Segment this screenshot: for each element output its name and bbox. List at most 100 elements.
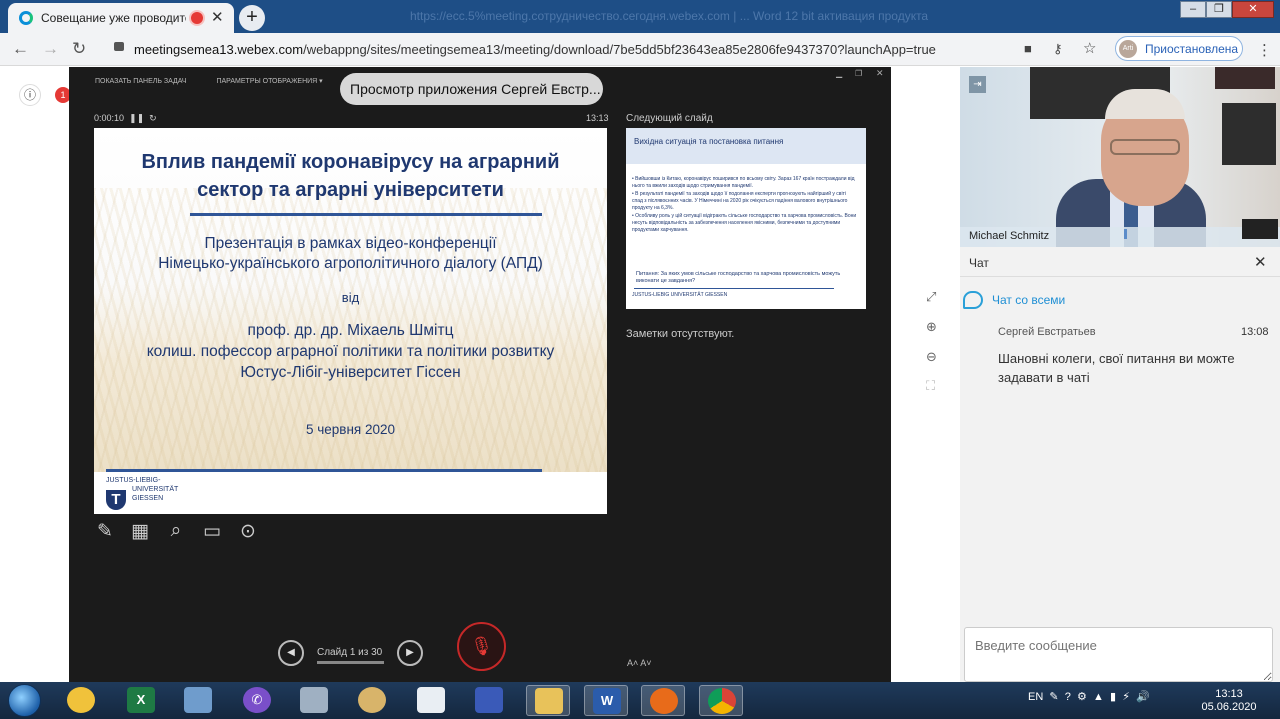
network-icon[interactable]: ▮	[1110, 691, 1116, 703]
profile-status: Приостановлена	[1145, 42, 1239, 56]
back-arrow-icon[interactable]: ←	[12, 39, 29, 59]
pen-icon[interactable]: ✎	[92, 520, 118, 546]
zoom-in-icon[interactable]: ⊕	[926, 319, 937, 335]
settings-icon[interactable]: ⚙	[1077, 691, 1087, 703]
taskbar-app-computer[interactable]	[176, 685, 220, 716]
presenter-toolbar: ПОКАЗАТЬ ПАНЕЛЬ ЗАДАЧ ПАРАМЕТРЫ ОТОБРАЖЕ…	[95, 77, 351, 85]
tab-title: Совещание уже проводится	[41, 11, 186, 25]
viber-icon: ✆	[243, 687, 271, 713]
lock-icon	[114, 42, 124, 51]
taskbar-app-calculator[interactable]	[292, 685, 336, 716]
chat-header: Чат ✕	[960, 247, 1280, 277]
close-tab-icon[interactable]: ✕	[211, 8, 224, 26]
webex-icon	[19, 11, 33, 25]
more-options-icon[interactable]: ⊙	[235, 520, 261, 546]
collapse-video-icon[interactable]: ⇥	[969, 76, 986, 93]
slide-author: проф. др. др. Міхаель Шмітц колиш. пофес…	[94, 320, 607, 383]
firefox-icon	[650, 688, 678, 714]
show-hidden-icon[interactable]: ▲	[1093, 691, 1104, 703]
wall-picture	[1215, 67, 1275, 89]
show-taskbar-button[interactable]: ПОКАЗАТЬ ПАНЕЛЬ ЗАДАЧ	[95, 78, 187, 85]
taskbar-app-firefox[interactable]	[641, 685, 685, 716]
help-icon[interactable]: ?	[1065, 691, 1071, 703]
chat-channel-label: Чат со всеми	[992, 293, 1066, 307]
language-indicator[interactable]: EN	[1028, 691, 1043, 703]
taskbar-app-paint[interactable]	[350, 685, 394, 716]
current-slide[interactable]: Вплив пандемії коронавірусу на аграрний …	[94, 128, 607, 514]
taskbar-app-explorer[interactable]	[526, 685, 570, 716]
tab-meeting[interactable]: Совещание уже проводится ✕	[8, 3, 234, 33]
wall-picture	[1222, 103, 1276, 165]
star-icon[interactable]: ☆	[1083, 39, 1096, 57]
next-slide-question: Питання: За яких умов сільське господарс…	[636, 271, 841, 284]
restore-button[interactable]: ❐	[1206, 1, 1232, 18]
zoom-out-icon[interactable]: ⊖	[926, 349, 937, 365]
messenger-icon	[67, 687, 95, 713]
taskbar-app-messenger[interactable]	[59, 685, 103, 716]
slides-grid-icon[interactable]: ▦	[127, 520, 153, 546]
minimize-button[interactable]: –	[1180, 1, 1206, 18]
floppy-icon	[475, 687, 503, 713]
next-slide-button[interactable]: ▶	[397, 640, 423, 666]
fit-icon[interactable]: ⛶	[926, 378, 935, 394]
screen-icon[interactable]: ▭	[199, 520, 225, 546]
reload-icon[interactable]: ↻	[72, 39, 86, 59]
power-icon[interactable]: ⚡	[1122, 691, 1130, 703]
slide-title-line1: Вплив пандемії коронавірусу на аграрний	[141, 151, 560, 173]
footer-divider	[106, 469, 542, 472]
taskbar-app-viber[interactable]: ✆	[235, 685, 279, 716]
taskbar-clock[interactable]: 13:13 05.06.2020	[1199, 688, 1259, 714]
participant-video[interactable]: ⇥ Michael Schmitz	[960, 67, 1280, 247]
key-icon[interactable]: ⚷	[1053, 41, 1063, 57]
taskbar-app-word[interactable]: W	[584, 685, 628, 716]
taskbar-app-document[interactable]	[409, 685, 453, 716]
author-line3: Юстус-Лібіг-університет Гіссен	[240, 364, 461, 381]
title-divider	[190, 213, 542, 216]
slide-date: 5 червня 2020	[305, 422, 396, 437]
elapsed-time: 0:00:10	[94, 113, 125, 123]
self-view-thumbnail[interactable]	[1242, 219, 1278, 239]
taskbar-app-chrome[interactable]	[699, 685, 743, 716]
pause-icon[interactable]: ❚❚	[129, 113, 144, 123]
chat-input[interactable]	[964, 627, 1273, 682]
previous-slide-button[interactable]: ◀	[278, 640, 304, 666]
new-tab-button[interactable]: +	[239, 5, 265, 31]
url-path: /webappng/sites/meetingsemea13/meeting/d…	[303, 42, 936, 57]
message-sender: Сергей Евстратьев	[998, 326, 1096, 338]
fullscreen-icon[interactable]: ⤢	[926, 289, 936, 305]
next-slide-logo: JUSTUS-LIEBIG UNIVERSITÄT GIESSEN	[632, 292, 728, 298]
camera-icon[interactable]: ■	[1024, 41, 1032, 56]
stage-minimize-icon[interactable]: ▁	[836, 69, 842, 78]
menu-icon[interactable]: ⋮	[1257, 41, 1272, 59]
taskbar-app-excel[interactable]: X	[119, 685, 163, 716]
close-chat-icon[interactable]: ✕	[1254, 253, 1267, 271]
participant-glasses	[1110, 139, 1180, 155]
profile-paused-button[interactable]: Arti Приостановлена	[1115, 36, 1243, 61]
magnifier-icon[interactable]: ⌕	[163, 520, 189, 546]
info-icon[interactable]: ⓘ	[19, 84, 41, 106]
subtitle-line1: Презентація в рамках відео-конференції	[204, 235, 497, 252]
chat-bubble-icon	[963, 291, 983, 309]
author-line2: колиш. пофессор аграрної політики та пол…	[146, 343, 555, 360]
start-button[interactable]	[8, 684, 41, 717]
taskbar-app-save[interactable]	[467, 685, 511, 716]
stage-restore-icon[interactable]: ❐	[855, 69, 862, 78]
paint-icon	[358, 687, 386, 713]
address-toolbar: ← → ↻ meetingsemea13.webex.com/webappng/…	[0, 33, 1280, 66]
input-icon[interactable]: ✎	[1049, 691, 1058, 703]
next-slide-preview[interactable]: Вихідна ситуація та постановка питання •…	[626, 128, 866, 309]
volume-icon[interactable]: 🔊	[1136, 691, 1150, 703]
slide-counter: Слайд 1 из 30	[317, 647, 383, 658]
url-field[interactable]: meetingsemea13.webex.com/webappng/sites/…	[100, 37, 1100, 62]
slide-title-line2: сектор та аграрні університети	[197, 179, 504, 201]
next-slide-heading: Вихідна ситуація та постановка питання	[626, 128, 866, 164]
display-settings-button[interactable]: ПАРАМЕТРЫ ОТОБРАЖЕНИЯ ▾	[216, 78, 322, 85]
system-tray: EN ✎ ? ⚙ ▲ ▮ ⚡ 🔊	[1028, 690, 1150, 703]
restart-icon[interactable]: ↻	[149, 113, 157, 123]
university-logo: JUSTUS-LIEBIG- UNIVERSITÄT GIESSEN T	[106, 476, 178, 510]
stage-close-icon[interactable]: ✕	[876, 68, 884, 79]
close-window-button[interactable]: ✕	[1232, 1, 1274, 18]
font-size-buttons[interactable]: A˄ A˅	[627, 658, 652, 668]
mute-microphone-button[interactable]: 🎙	[457, 622, 506, 671]
forward-arrow-icon[interactable]: →	[42, 39, 59, 59]
